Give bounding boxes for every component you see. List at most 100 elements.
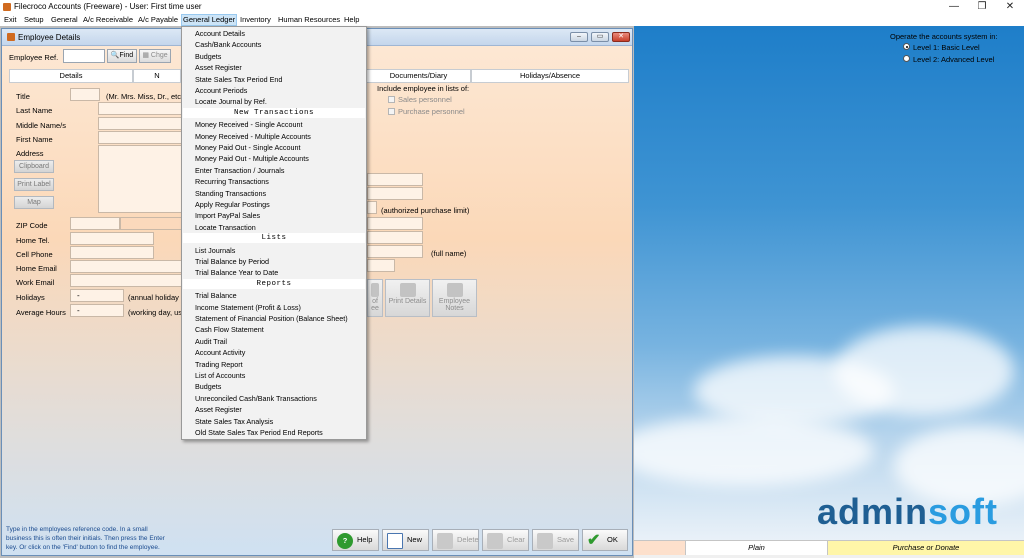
cell-phone-input[interactable]: [70, 246, 154, 259]
menu-item-cash-bank-accounts[interactable]: Cash/Bank Accounts: [183, 39, 365, 50]
menu-item-trading-report[interactable]: Trading Report: [183, 359, 365, 370]
menu-item-money-received-single-account[interactable]: Money Received - Single Account: [183, 119, 365, 130]
employee-window-title: Employee Details: [18, 33, 81, 42]
menu-ac-receivable[interactable]: A/c Receivable: [82, 14, 134, 26]
zip-input[interactable]: [70, 217, 120, 230]
menu-item-enter-transaction-journals[interactable]: Enter Transaction / Journals: [183, 165, 365, 176]
menu-item-standing-transactions[interactable]: Standing Transactions: [183, 188, 365, 199]
menu-item-list-journals[interactable]: List Journals: [183, 245, 365, 256]
menu-item-asset-register[interactable]: Asset Register: [183, 62, 365, 73]
last-name-input[interactable]: [98, 102, 182, 115]
minimize-button[interactable]: —: [940, 0, 968, 14]
menu-item-budgets[interactable]: Budgets: [183, 381, 365, 392]
menu-item-list-of-accounts[interactable]: List of Accounts: [183, 370, 365, 381]
menu-item-locate-transaction[interactable]: Locate Transaction: [183, 222, 365, 233]
purchase-or-donate-link[interactable]: Purchase or Donate: [828, 541, 1024, 555]
menu-item-money-paid-out-multiple-accounts[interactable]: Money Paid Out - Multiple Accounts: [183, 153, 365, 164]
menu-item-trial-balance[interactable]: Trial Balance: [183, 290, 365, 301]
field-right-3[interactable]: [367, 217, 423, 230]
menu-ac-payable[interactable]: A/c Payable: [137, 14, 179, 26]
print-label-button[interactable]: Print Label: [14, 178, 54, 191]
menu-item-account-periods[interactable]: Account Periods: [183, 85, 365, 96]
menu-item-state-sales-tax-analysis[interactable]: State Sales Tax Analysis: [183, 416, 365, 427]
menu-item-account-activity[interactable]: Account Activity: [183, 347, 365, 358]
change-icon: ▦: [142, 52, 149, 59]
window-title: Filecroco Accounts (Freeware) - User: Fi…: [14, 2, 202, 11]
work-email-input[interactable]: [70, 274, 182, 287]
menu-item-income-statement-profit-loss[interactable]: Income Statement (Profit & Loss): [183, 302, 365, 313]
menu-item-apply-regular-postings[interactable]: Apply Regular Postings: [183, 199, 365, 210]
menu-help[interactable]: Help: [343, 14, 360, 26]
full-name-input[interactable]: [367, 245, 423, 258]
save-button[interactable]: Save: [532, 529, 579, 551]
child-minimize-button[interactable]: –: [570, 32, 588, 42]
tab-documents-diary[interactable]: Documents/Diary: [367, 69, 471, 83]
maximize-button[interactable]: ❐: [968, 0, 996, 14]
menu-item-statement-of-financial-position-balance-sheet[interactable]: Statement of Financial Position (Balance…: [183, 313, 365, 324]
general-ledger-dropdown: Account Details Cash/Bank Accounts Budgets…: [181, 26, 367, 440]
level1-label[interactable]: Level 1: Basic Level: [913, 43, 980, 52]
find-button[interactable]: 🔍Find: [107, 49, 137, 63]
map-button[interactable]: Map: [14, 196, 54, 209]
menu-general[interactable]: General: [50, 14, 79, 26]
level1-radio[interactable]: [903, 43, 910, 50]
delete-button[interactable]: Delete: [432, 529, 479, 551]
menu-item-state-sales-tax-period-end[interactable]: State Sales Tax Period End: [183, 74, 365, 85]
partial-button[interactable]: of ee: [367, 279, 383, 317]
level2-label[interactable]: Level 2: Advanced Level: [913, 55, 994, 64]
menu-human-resources[interactable]: Human Resources: [277, 14, 341, 26]
title-input[interactable]: [70, 88, 100, 101]
menu-item-old-state-sales-tax-period-end-reports[interactable]: Old State Sales Tax Period End Reports: [183, 427, 365, 438]
tab-details[interactable]: Details: [9, 69, 133, 83]
clipboard-button[interactable]: Clipboard: [14, 160, 54, 173]
menu-item-money-paid-out-single-account[interactable]: Money Paid Out - Single Account: [183, 142, 365, 153]
menu-item-asset-register[interactable]: Asset Register: [183, 404, 365, 415]
middle-names-input[interactable]: [98, 117, 182, 130]
child-restore-button[interactable]: ▭: [591, 32, 609, 42]
color-swatch-peach[interactable]: [634, 541, 686, 555]
menu-setup[interactable]: Setup: [23, 14, 45, 26]
purchase-personnel-checkbox[interactable]: [388, 108, 395, 115]
field-right-1[interactable]: [367, 173, 423, 186]
employee-ref-input[interactable]: [63, 49, 105, 63]
menu-item-money-received-multiple-accounts[interactable]: Money Received - Multiple Accounts: [183, 131, 365, 142]
menu-item-trial-balance-year-to-date[interactable]: Trial Balance Year to Date: [183, 267, 365, 278]
tab-holidays-absence[interactable]: Holidays/Absence: [471, 69, 629, 83]
field-right-5[interactable]: [367, 259, 395, 272]
menu-item-trial-balance-by-period[interactable]: Trial Balance by Period: [183, 256, 365, 267]
average-hours-input[interactable]: -: [70, 304, 124, 317]
menu-item-account-details[interactable]: Account Details: [183, 28, 365, 39]
menu-item-unreconciled-cash-bank-transactions[interactable]: Unreconciled Cash/Bank Transactions: [183, 393, 365, 404]
new-button[interactable]: New: [382, 529, 429, 551]
purchase-limit-input[interactable]: [367, 201, 377, 214]
holidays-input[interactable]: -: [70, 289, 124, 302]
chge-button[interactable]: ▦ Chge: [139, 49, 171, 63]
ok-button[interactable]: ✔ OK: [582, 529, 628, 551]
menu-item-cash-flow-statement[interactable]: Cash Flow Statement: [183, 324, 365, 335]
right-status-bar: Plain Purchase or Donate: [634, 540, 1024, 555]
first-name-input[interactable]: [98, 131, 182, 144]
employee-notes-button[interactable]: Employee Notes: [432, 279, 477, 317]
level2-radio[interactable]: [903, 55, 910, 62]
home-tel-input[interactable]: [70, 232, 154, 245]
clear-button[interactable]: Clear: [482, 529, 529, 551]
child-close-button[interactable]: ✕: [612, 32, 630, 42]
help-button[interactable]: ? Help: [332, 529, 379, 551]
tab-second[interactable]: N: [133, 69, 181, 83]
address-input[interactable]: [98, 145, 182, 213]
menu-item-budgets[interactable]: Budgets: [183, 51, 365, 62]
field-right-4[interactable]: [367, 231, 423, 244]
close-button[interactable]: ✕: [996, 0, 1024, 14]
plain-option[interactable]: Plain: [686, 541, 828, 555]
sales-personnel-checkbox[interactable]: [388, 96, 395, 103]
menu-item-audit-trail[interactable]: Audit Trail: [183, 336, 365, 347]
home-email-input[interactable]: [70, 260, 182, 273]
menu-exit[interactable]: Exit: [3, 14, 18, 26]
field-right-2[interactable]: [367, 187, 423, 200]
menu-item-recurring-transactions[interactable]: Recurring Transactions: [183, 176, 365, 187]
menu-item-locate-journal-by-ref[interactable]: Locate Journal by Ref.: [183, 96, 365, 107]
print-details-button[interactable]: Print Details: [385, 279, 430, 317]
menu-general-ledger[interactable]: General Ledger: [181, 14, 238, 26]
menu-item-import-paypal-sales[interactable]: Import PayPal Sales: [183, 210, 365, 221]
menu-inventory[interactable]: Inventory: [239, 14, 272, 26]
